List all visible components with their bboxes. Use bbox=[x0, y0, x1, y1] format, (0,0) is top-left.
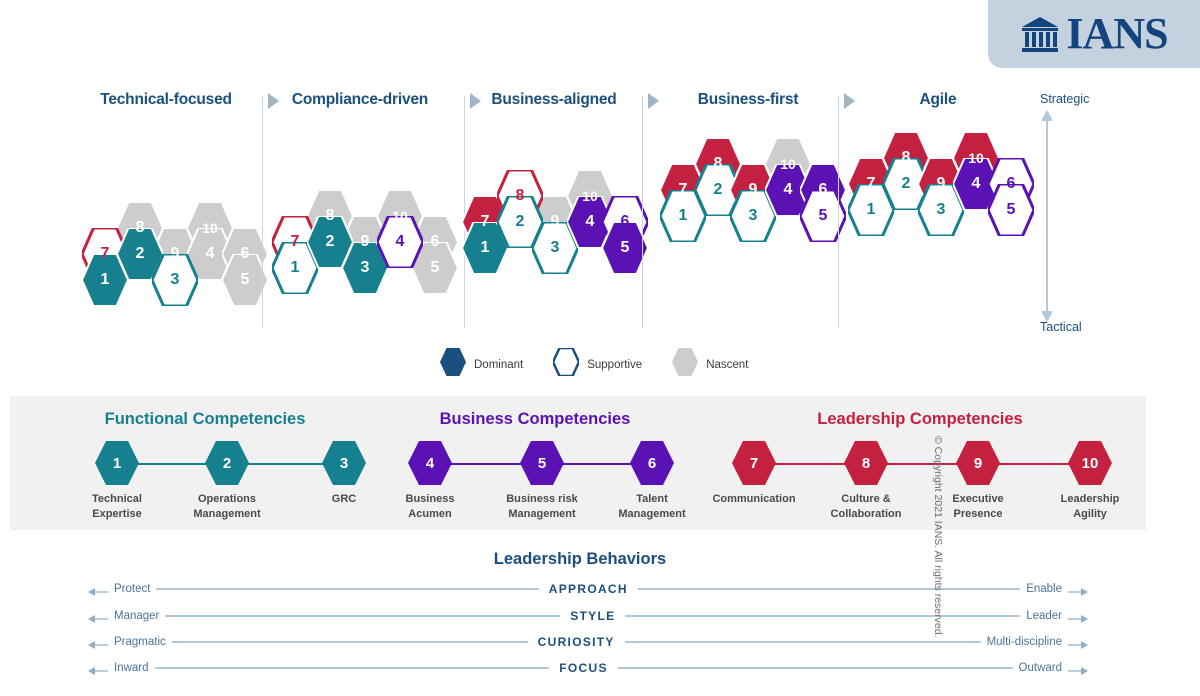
competency-caption-1: Technical Expertise bbox=[92, 493, 142, 520]
competencies-band: Functional Competencies 1 Technical Experti… bbox=[10, 396, 1146, 530]
strategic-tactical-axis: Strategic Tactical bbox=[1032, 92, 1152, 342]
behavior-right-label-0: Enable bbox=[1026, 583, 1063, 595]
legend-item-nascent: Nascent bbox=[672, 348, 748, 381]
arrow-right-icon-2 bbox=[1068, 637, 1088, 649]
stage-title-1: Technical-focused bbox=[100, 91, 232, 108]
arrow-right-icon-1 bbox=[1068, 611, 1088, 623]
hexagon-legend: Dominant Supportive Nascent bbox=[440, 346, 748, 381]
behavior-right-label-3: Outward bbox=[1018, 662, 1062, 674]
behavior-rule-right-3 bbox=[617, 667, 1013, 669]
competency-group-title-1: Functional Competencies bbox=[104, 410, 306, 428]
behavior-left-label-0: Protect bbox=[114, 583, 151, 595]
competency-node-7: 7 bbox=[732, 441, 776, 485]
legend-hex-icon-dominant bbox=[440, 348, 466, 381]
behavior-rule-left-2 bbox=[171, 641, 528, 643]
arrow-left-icon-0 bbox=[88, 584, 108, 596]
legend-label-dominant: Dominant bbox=[474, 358, 524, 371]
stage-divider-1 bbox=[262, 96, 263, 328]
brand-logo-panel: IANS bbox=[988, 0, 1200, 68]
brand-logo-text: IANS bbox=[1066, 9, 1168, 58]
stage-title-4: Business-first bbox=[697, 91, 799, 108]
arrow-right-icon-3 bbox=[1068, 663, 1088, 675]
behavior-rule-left-1 bbox=[165, 615, 561, 617]
leadership-behaviors-title: Leadership Behaviors bbox=[493, 550, 667, 568]
axis-double-arrow-icon bbox=[1041, 110, 1053, 322]
competency-caption-8: Culture & Collaboration bbox=[830, 493, 902, 520]
axis-bottom-label: Tactical bbox=[1040, 320, 1082, 334]
stage-title-3: Business-aligned bbox=[491, 91, 617, 108]
stage-progress-arrow-icon-1 bbox=[268, 93, 279, 109]
stage-progress-arrow-icon-3 bbox=[648, 93, 659, 109]
competency-caption-5: Business risk Management bbox=[506, 493, 578, 520]
competency-node-2: 2 bbox=[205, 441, 249, 485]
competency-node-8: 8 bbox=[844, 441, 888, 485]
arrow-left-icon-2 bbox=[88, 637, 108, 649]
competency-node-5: 5 bbox=[520, 441, 564, 485]
stage-progress-arrow-icon-2 bbox=[470, 93, 481, 109]
stage-divider-4 bbox=[838, 96, 839, 328]
legend-item-dominant: Dominant bbox=[440, 348, 523, 381]
legend-hex-icon-nascent bbox=[672, 348, 699, 381]
behavior-left-label-1: Manager bbox=[114, 610, 160, 622]
competency-group-title-2: Business Competencies bbox=[439, 410, 631, 428]
competency-caption-10: Leadership Agility bbox=[1060, 493, 1120, 520]
behavior-right-label-1: Leader bbox=[1026, 610, 1062, 622]
arrow-right-icon-0 bbox=[1068, 584, 1089, 596]
behavior-rule-left-0 bbox=[156, 588, 539, 590]
classical-building-icon bbox=[1020, 14, 1060, 54]
behavior-rule-right-0 bbox=[637, 588, 1021, 590]
competency-caption-7: Communication bbox=[712, 493, 796, 505]
legend-label-supportive: Supportive bbox=[587, 358, 643, 371]
legend-item-supportive: Supportive bbox=[551, 346, 643, 381]
behavior-rule-left-3 bbox=[154, 667, 550, 669]
behavior-left-label-2: Pragmatic bbox=[114, 636, 166, 648]
behavior-center-label-1: STYLE bbox=[570, 609, 616, 623]
competency-node-9: 9 bbox=[956, 441, 1000, 485]
behavior-right-label-2: Multi-discipline bbox=[986, 636, 1062, 648]
stage-divider-3 bbox=[642, 96, 643, 328]
legend-label-nascent: Nascent bbox=[706, 358, 749, 371]
competency-node-10: 10 bbox=[1068, 441, 1112, 485]
competency-group-1: Functional Competencies 1 Technical Experti… bbox=[50, 396, 366, 530]
stage-progress-arrow-icon-4 bbox=[844, 93, 855, 109]
stage-title-2: Compliance-driven bbox=[291, 91, 429, 108]
competency-node-6: 6 bbox=[630, 441, 674, 485]
competency-node-4: 4 bbox=[408, 441, 452, 485]
behavior-center-label-0: APPROACH bbox=[548, 582, 628, 596]
arrow-left-icon-1 bbox=[88, 611, 108, 623]
competency-connector-line-3 bbox=[754, 463, 1090, 465]
copyright-notice: © Copyright 2021 IANS. All rights reserv… bbox=[932, 436, 944, 638]
legend-hex-icon-supportive bbox=[551, 346, 581, 381]
competency-group-title-3: Leadership Competencies bbox=[817, 410, 1023, 428]
competency-node-1: 1 bbox=[95, 441, 139, 485]
competency-group-3: Leadership Competencies 7 Communication 8 Cu… bbox=[700, 396, 1140, 530]
stage-title-5: Agile bbox=[919, 91, 957, 108]
arrow-left-icon-3 bbox=[88, 663, 108, 675]
behavior-center-label-2: CURIOSITY bbox=[537, 635, 615, 649]
axis-top-label: Strategic bbox=[1040, 92, 1090, 106]
competency-group-2: Business Competencies 4 Business Acumen 5 Bus… bbox=[380, 396, 690, 530]
behavior-center-label-3: FOCUS bbox=[559, 661, 608, 675]
competency-caption-2: Operations Management bbox=[193, 493, 261, 520]
behavior-rule-right-2 bbox=[624, 641, 981, 643]
behavior-left-label-3: Inward bbox=[114, 662, 149, 674]
competency-caption-4: Business Acumen bbox=[405, 493, 455, 520]
competency-node-3: 3 bbox=[322, 441, 366, 485]
behavior-rule-right-1 bbox=[625, 615, 1021, 617]
